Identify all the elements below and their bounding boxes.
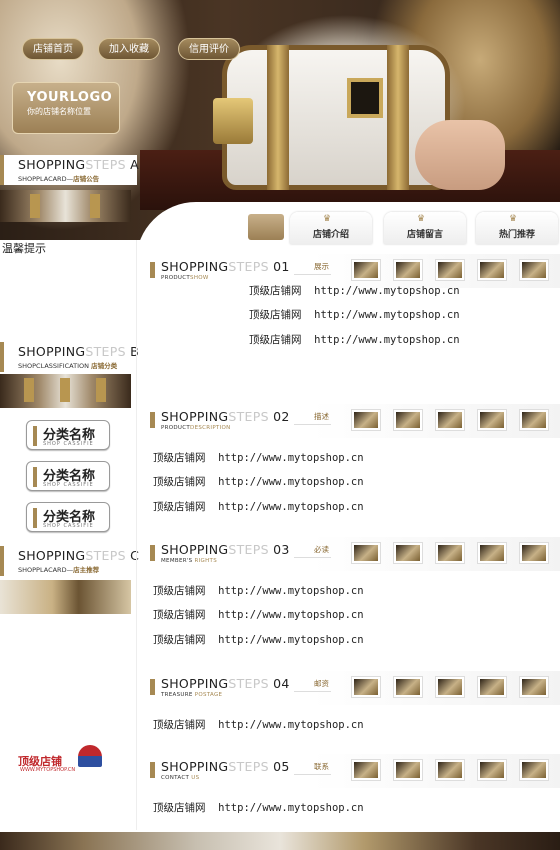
hero-hand-image	[415, 120, 505, 190]
product-thumbnail[interactable]	[393, 676, 423, 698]
tab-logo-thumb	[248, 214, 284, 240]
link-line[interactable]: 顶级店铺网 http://www.mytopshop.cn	[153, 583, 364, 598]
product-thumbnail[interactable]	[477, 542, 507, 564]
logo-title: YOURLOGO	[27, 90, 113, 105]
tab-label: 热门推荐	[498, 230, 535, 240]
hero-handbag-image	[213, 45, 450, 190]
category-button[interactable]: 分类名称 SHOP CASSIFIE	[26, 461, 110, 491]
category-button[interactable]: 分类名称 SHOP CASSIFIE	[26, 502, 110, 532]
section-tag: 描述	[294, 411, 331, 425]
sidebar-photo-b	[0, 374, 131, 408]
crown-icon: ♛	[417, 214, 426, 224]
nav-rating-button[interactable]: 信用评价	[178, 38, 240, 60]
link-line[interactable]: 顶级店铺网 http://www.mytopshop.cn	[249, 307, 460, 322]
product-thumbnail[interactable]	[519, 759, 549, 781]
tab-label: 店铺留言	[406, 230, 443, 240]
link-line[interactable]: 顶级店铺网 http://www.mytopshop.cn	[249, 332, 460, 347]
product-thumbnail[interactable]	[351, 259, 381, 281]
section-header: SHOPPINGSTEPS 04 TREASURE POSTAGE 邮资	[146, 671, 560, 705]
product-thumbnail[interactable]	[519, 542, 549, 564]
product-thumbnail[interactable]	[351, 409, 381, 431]
crown-icon: ♛	[509, 214, 518, 224]
sidebar-header-b: SHOPPINGSTEPS B SHOPCLASSIFICATION 店铺分类	[0, 342, 139, 372]
product-thumbnail[interactable]	[477, 676, 507, 698]
section-tag: 展示	[294, 261, 331, 275]
link-line[interactable]: 顶级店铺网 http://www.mytopshop.cn	[153, 474, 364, 489]
sidebar-header-a: SHOPPINGSTEPS A SHOPPLACARD—店铺公告	[0, 155, 139, 185]
link-line[interactable]: 顶级店铺网 http://www.mytopshop.cn	[249, 283, 460, 298]
crown-icon: ♛	[323, 214, 332, 224]
product-thumbnail[interactable]	[477, 759, 507, 781]
section-header: SHOPPINGSTEPS 03 MEMBER'S RIGHTS 必读	[146, 537, 560, 571]
column-divider	[136, 240, 137, 830]
product-thumbnail[interactable]	[519, 409, 549, 431]
logo-subtitle: 你的店铺名称位置	[27, 107, 91, 116]
product-thumbnail[interactable]	[435, 759, 465, 781]
bottom-shop-logo[interactable]: 顶级店铺 WWW.MYTOPSHOP.CN	[18, 745, 102, 775]
section-tag: 联系	[294, 761, 331, 775]
footer-banner	[0, 832, 560, 850]
category-button[interactable]: 分类名称 SHOP CASSIFIE	[26, 420, 110, 450]
section-tag: 必读	[294, 544, 331, 558]
shop-hut-icon	[78, 745, 102, 767]
product-thumbnail[interactable]	[519, 259, 549, 281]
product-thumbnail[interactable]	[477, 409, 507, 431]
shop-logo[interactable]: YOURLOGO 你的店铺名称位置	[12, 82, 120, 134]
product-thumbnail[interactable]	[435, 409, 465, 431]
link-line[interactable]: 顶级店铺网 http://www.mytopshop.cn	[153, 632, 364, 647]
section-header: SHOPPINGSTEPS 05 CONTACT US 联系	[146, 754, 560, 788]
link-line[interactable]: 顶级店铺网 http://www.mytopshop.cn	[153, 499, 364, 514]
product-thumbnail[interactable]	[393, 409, 423, 431]
product-thumbnail[interactable]	[393, 259, 423, 281]
nav-home-button[interactable]: 店铺首页	[22, 38, 84, 60]
section-tag: 邮资	[294, 678, 331, 692]
warm-tip-text: 温馨提示	[2, 242, 46, 255]
product-thumbnail[interactable]	[435, 259, 465, 281]
sidebar-photo-a	[0, 190, 131, 222]
product-thumbnail[interactable]	[351, 759, 381, 781]
tab-guestbook[interactable]: ♛ 店铺留言	[384, 212, 466, 244]
product-thumbnail[interactable]	[519, 676, 549, 698]
tab-shop-intro[interactable]: ♛ 店铺介绍	[290, 212, 372, 244]
link-line[interactable]: 顶级店铺网 http://www.mytopshop.cn	[153, 800, 364, 815]
product-thumbnail[interactable]	[351, 542, 381, 564]
nav-favorite-button[interactable]: 加入收藏	[98, 38, 160, 60]
sidebar-header-c: SHOPPINGSTEPS C SHOPPLACARD—店主推荐	[0, 546, 139, 576]
product-thumbnail[interactable]	[477, 259, 507, 281]
section-header: SHOPPINGSTEPS 02 PRODUCTDESCRIPTION 描述	[146, 404, 560, 438]
product-thumbnail[interactable]	[351, 676, 381, 698]
tab-label: 店铺介绍	[312, 230, 349, 240]
link-line[interactable]: 顶级店铺网 http://www.mytopshop.cn	[153, 717, 364, 732]
tab-hot-picks[interactable]: ♛ 热门推荐	[476, 212, 558, 244]
link-line[interactable]: 顶级店铺网 http://www.mytopshop.cn	[153, 450, 364, 465]
product-thumbnail[interactable]	[435, 542, 465, 564]
product-thumbnail[interactable]	[393, 542, 423, 564]
sidebar-photo-c	[0, 580, 131, 614]
product-thumbnail[interactable]	[393, 759, 423, 781]
product-thumbnail[interactable]	[435, 676, 465, 698]
page: 店铺首页 加入收藏 信用评价 YOURLOGO 你的店铺名称位置 ♛ 店铺介绍 …	[0, 0, 560, 850]
link-line[interactable]: 顶级店铺网 http://www.mytopshop.cn	[153, 607, 364, 622]
